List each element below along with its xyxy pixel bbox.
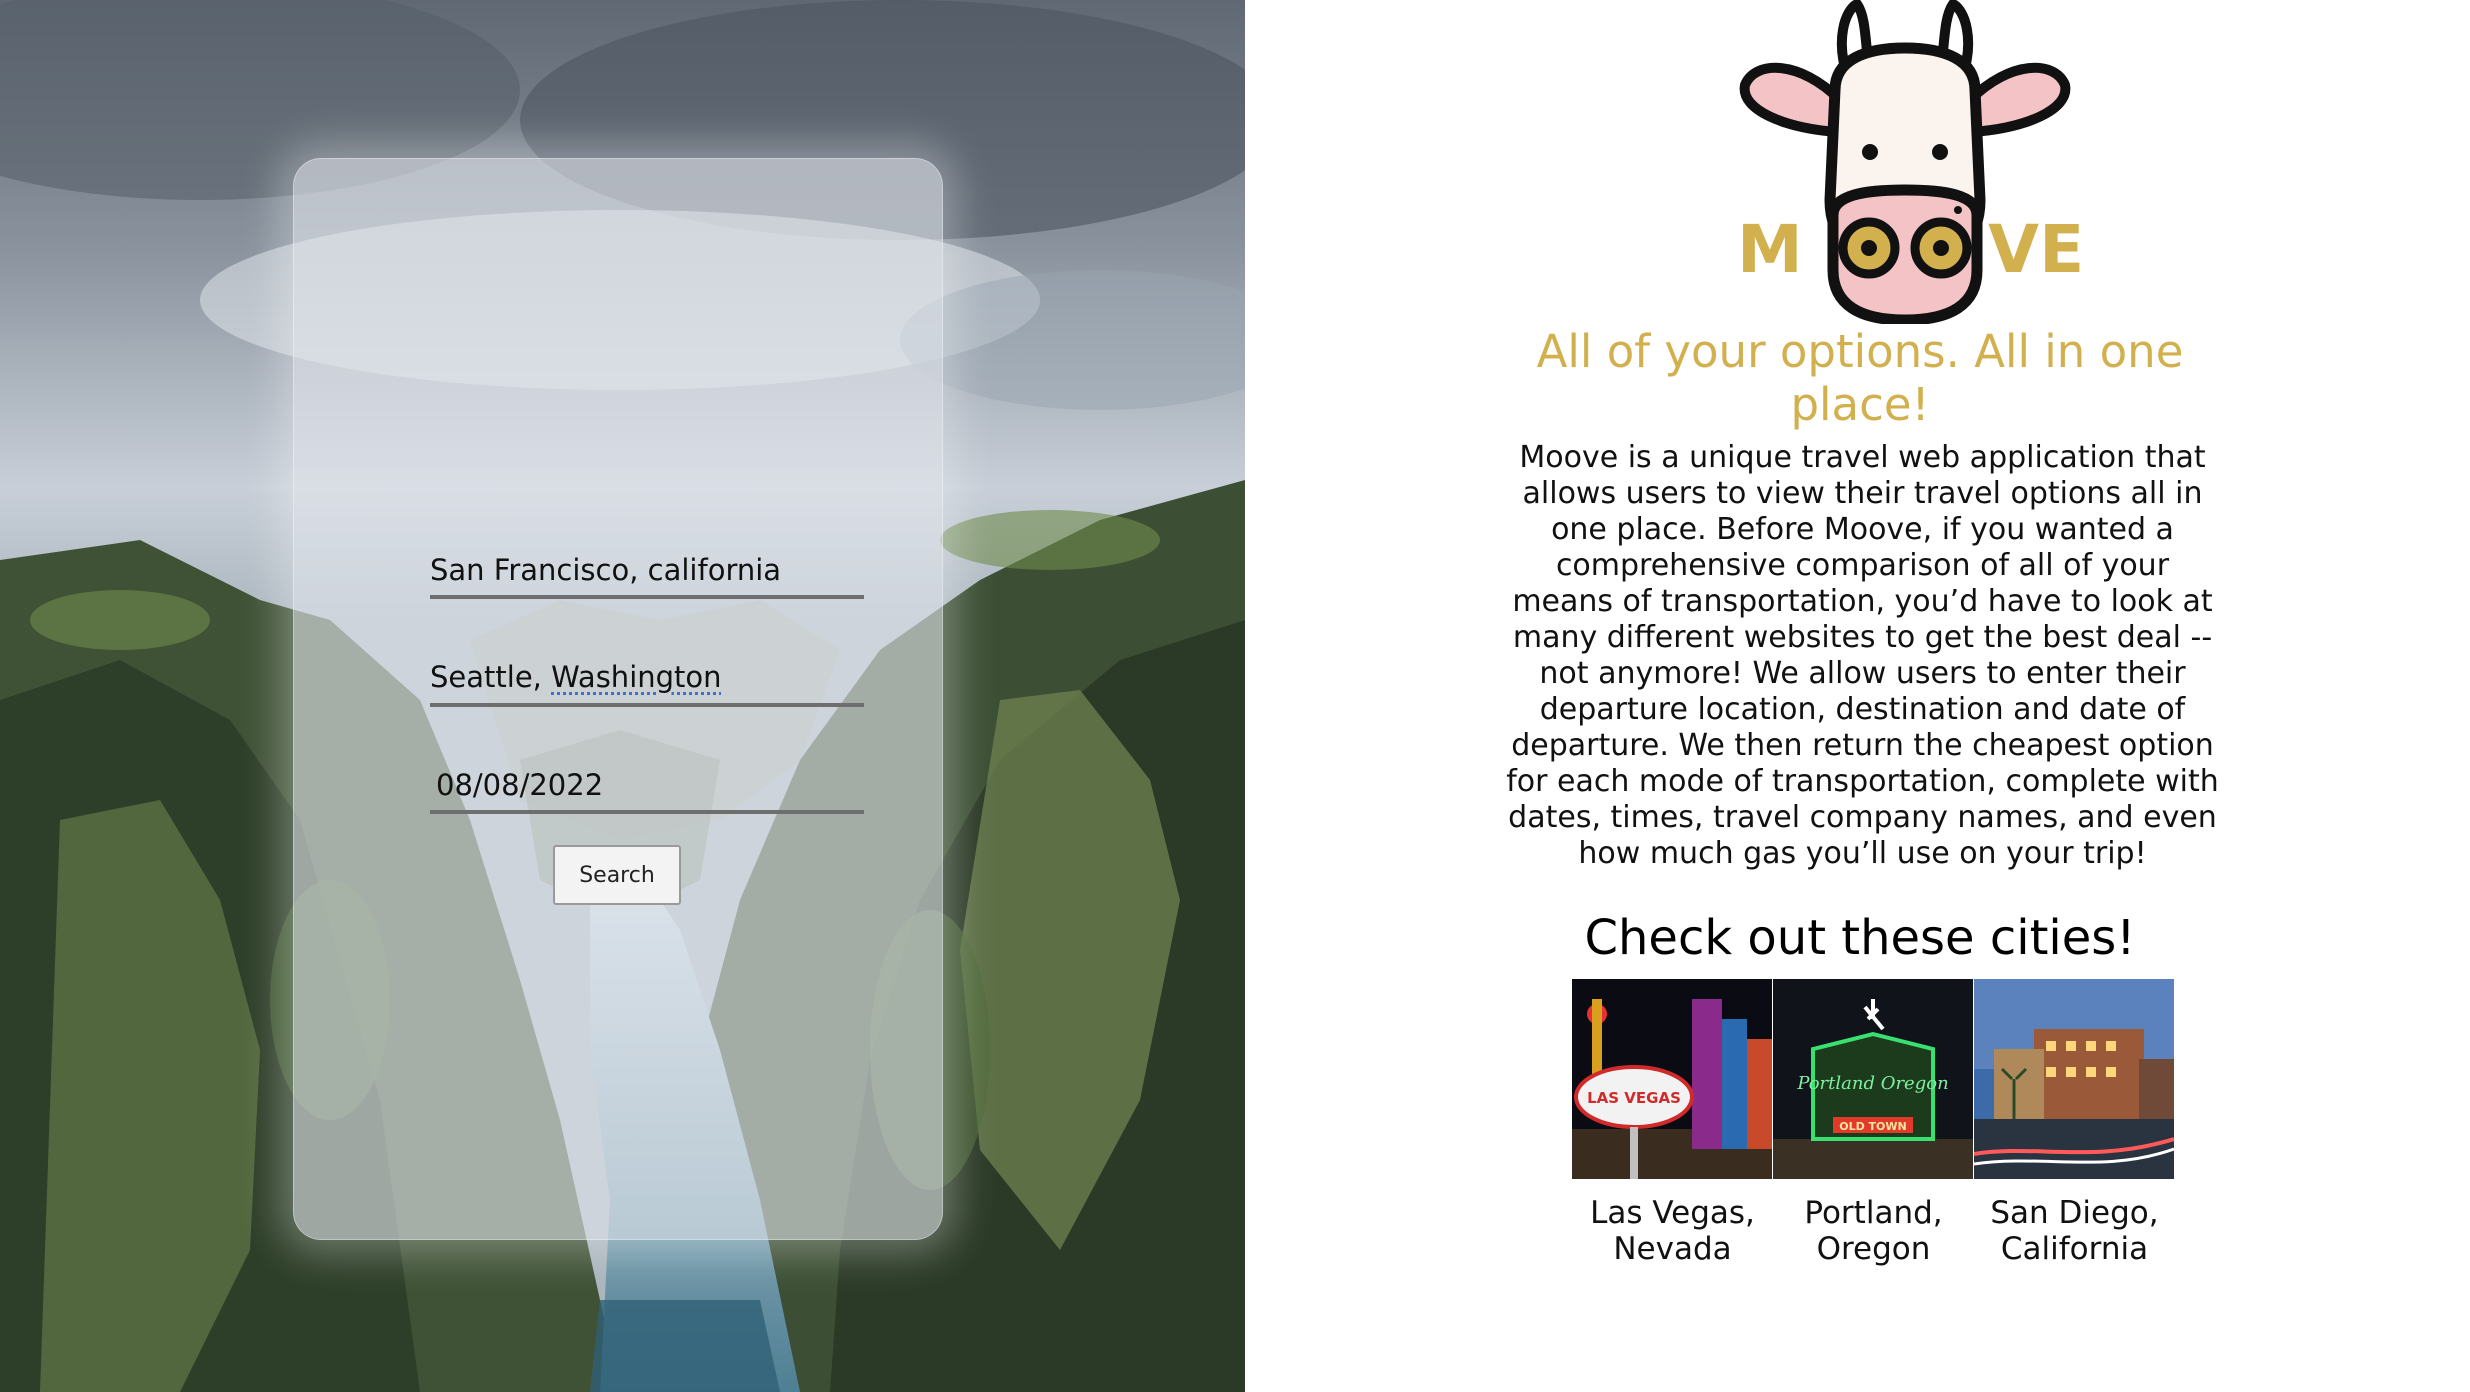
- destination-input[interactable]: Seattle, Washington: [430, 660, 722, 694]
- city-name-san-diego: San Diego, California: [1990, 1195, 2159, 1267]
- search-button[interactable]: Search: [553, 845, 681, 905]
- city-card-las-vegas[interactable]: LAS VEGAS Las Vegas, Nevada: [1572, 979, 1773, 1267]
- portland-image[interactable]: Portland Oregon OLD TOWN: [1773, 979, 1973, 1179]
- moove-cow-logo: M VE: [1737, 0, 2084, 324]
- origin-field-wrapper: [430, 537, 864, 599]
- san-diego-image[interactable]: [1974, 979, 2174, 1179]
- portland-sign-text: Portland Oregon: [1796, 1073, 1948, 1094]
- city-name-portland: Portland, Oregon: [1804, 1195, 1943, 1267]
- las-vegas-sign-text: LAS VEGAS: [1587, 1089, 1681, 1107]
- date-input[interactable]: [436, 768, 870, 802]
- city-name-las-vegas: Las Vegas, Nevada: [1590, 1195, 1755, 1267]
- search-card: Seattle, Washington Search: [293, 158, 943, 1240]
- page: Seattle, Washington Search: [0, 0, 2470, 1392]
- city-gallery: LAS VEGAS Las Vegas, Nevada Portland Ore…: [1572, 979, 2175, 1267]
- destination-field-wrapper: Seattle, Washington: [430, 645, 864, 707]
- svg-text:M: M: [1737, 211, 1803, 288]
- svg-text:VE: VE: [1988, 211, 2084, 288]
- portland-sign-subtext: OLD TOWN: [1839, 1120, 1907, 1133]
- city-card-portland[interactable]: Portland Oregon OLD TOWN Portland, Orego…: [1773, 979, 1974, 1267]
- las-vegas-image[interactable]: LAS VEGAS: [1572, 979, 1772, 1179]
- city-card-san-diego[interactable]: San Diego, California: [1974, 979, 2175, 1267]
- hero-section: Seattle, Washington Search: [0, 0, 1245, 1392]
- cities-heading: Check out these cities!: [1584, 910, 2136, 966]
- destination-city-text: Seattle,: [430, 660, 552, 694]
- origin-input[interactable]: [430, 553, 864, 587]
- app-description: Moove is a unique travel web application…: [1506, 440, 2219, 871]
- date-field-wrapper: [430, 752, 870, 814]
- destination-state-text: Washington: [551, 660, 722, 694]
- about-section: M VE All of your options. All in one pla…: [1245, 0, 2470, 1392]
- tagline: All of your options. All in one place!: [1536, 325, 2184, 431]
